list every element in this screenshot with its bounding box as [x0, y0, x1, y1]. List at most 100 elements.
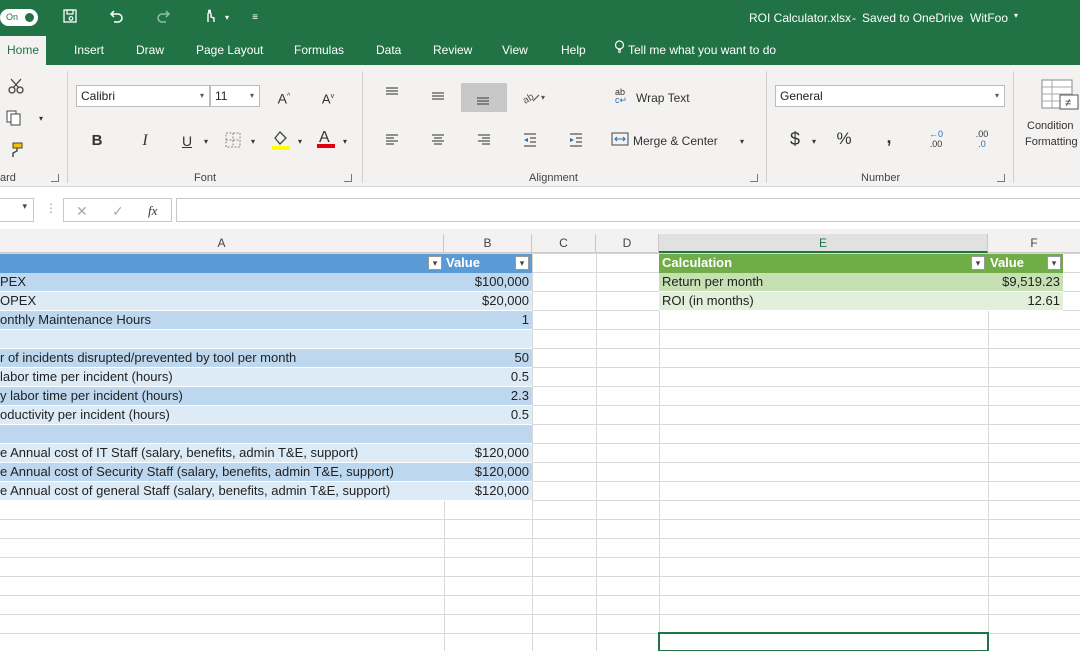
column-header-e[interactable]: E — [659, 234, 988, 253]
format-painter-icon[interactable] — [6, 141, 26, 164]
fill-color-icon[interactable] — [268, 129, 292, 156]
filter-dropdown-icon[interactable]: ▾ — [515, 256, 529, 270]
wrap-text-icon[interactable]: ab c↵ — [612, 86, 634, 109]
table1-value-cell[interactable]: $120,000 — [444, 463, 532, 482]
column-header-c[interactable]: C — [532, 234, 596, 253]
table1-label-cell[interactable]: e Annual cost of Security Staff (salary,… — [0, 463, 442, 482]
touch-mode-icon[interactable] — [200, 8, 220, 28]
chevron-down-icon[interactable]: ▾ — [294, 132, 306, 152]
font-name-combo[interactable]: Calibri ▾ — [76, 85, 210, 107]
align-bottom-button[interactable] — [461, 83, 507, 112]
tab-view[interactable]: View — [502, 36, 528, 65]
cut-icon[interactable] — [6, 77, 26, 100]
merge-center-button[interactable]: Merge & Center — [633, 131, 718, 151]
undo-icon[interactable] — [106, 8, 126, 28]
align-center-icon[interactable] — [427, 131, 449, 154]
save-icon[interactable] — [60, 8, 80, 28]
table1-value-cell[interactable]: 50 — [444, 349, 532, 368]
name-box[interactable]: ▾ — [0, 198, 34, 222]
tab-home[interactable]: Home — [0, 36, 47, 65]
filter-dropdown-icon[interactable]: ▾ — [1047, 256, 1061, 270]
chevron-down-icon[interactable]: ▾ — [36, 109, 46, 129]
table2-calculation-cell[interactable]: Return per month — [662, 273, 982, 292]
table1-label-cell[interactable]: oductivity per incident (hours) — [0, 406, 442, 425]
table1-value-cell[interactable] — [444, 425, 532, 444]
table1-label-cell[interactable]: labor time per incident (hours) — [0, 368, 442, 387]
comma-style-button[interactable]: , — [879, 127, 899, 147]
table1-value-cell[interactable]: $20,000 — [444, 292, 532, 311]
align-middle-icon[interactable] — [427, 87, 449, 110]
tell-me-box[interactable]: Tell me what you want to do — [614, 36, 776, 65]
enter-icon[interactable]: ✓ — [112, 203, 124, 220]
table1-value-cell[interactable]: 0.5 — [444, 406, 532, 425]
filter-dropdown-icon[interactable]: ▾ — [971, 256, 985, 270]
column-header-b[interactable]: B — [444, 234, 532, 253]
tab-formulas[interactable]: Formulas — [294, 36, 344, 65]
decrease-decimal-button[interactable]: .00.0 — [970, 129, 994, 149]
orientation-icon[interactable]: ab ▾ — [519, 87, 549, 110]
tab-help[interactable]: Help — [561, 36, 586, 65]
borders-icon[interactable] — [222, 131, 244, 154]
table2-calculation-cell[interactable]: ROI (in months) — [662, 292, 982, 311]
table1-label-cell[interactable]: r of incidents disrupted/prevented by to… — [0, 349, 442, 368]
column-header-f[interactable]: F — [988, 234, 1080, 253]
tab-page-layout[interactable]: Page Layout — [196, 36, 263, 65]
cancel-icon[interactable]: ✕ — [76, 203, 88, 220]
font-size-combo[interactable]: 11 ▾ — [210, 85, 260, 107]
currency-button[interactable]: $ — [785, 129, 805, 149]
redo-icon[interactable] — [154, 8, 174, 28]
chevron-down-icon[interactable]: ▾ — [222, 8, 232, 28]
align-left-icon[interactable] — [381, 131, 403, 154]
table1-value-cell[interactable]: 1 — [444, 311, 532, 330]
table1-value-cell[interactable]: $100,000 — [444, 273, 532, 292]
table2-value-cell[interactable]: $9,519.23 — [988, 273, 1063, 292]
column-header-d[interactable]: D — [596, 234, 659, 253]
selected-cell[interactable] — [658, 632, 989, 651]
chevron-down-icon[interactable]: ▾ — [200, 132, 212, 152]
filter-dropdown-icon[interactable]: ▾ — [428, 256, 442, 270]
table1-value-cell[interactable]: $120,000 — [444, 482, 532, 501]
table1-label-cell[interactable]: e Annual cost of general Staff (salary, … — [0, 482, 442, 501]
tab-insert[interactable]: Insert — [74, 36, 104, 65]
chevron-down-icon[interactable]: ▾ — [247, 132, 259, 152]
italic-button[interactable]: I — [135, 131, 155, 151]
tab-draw[interactable]: Draw — [136, 36, 164, 65]
chevron-down-icon[interactable]: ▾ — [808, 132, 820, 152]
table1-value-cell[interactable]: 2.3 — [444, 387, 532, 406]
align-right-icon[interactable] — [473, 131, 495, 154]
increase-font-size-icon[interactable]: A^ — [274, 87, 294, 109]
chevron-down-icon[interactable]: ▾ — [1014, 11, 1018, 20]
decrease-indent-icon[interactable] — [519, 131, 541, 154]
chevron-down-icon[interactable]: ▾ — [736, 132, 748, 152]
table1-label-cell[interactable] — [0, 330, 442, 349]
align-top-icon[interactable] — [381, 85, 403, 108]
increase-decimal-button[interactable]: ←0.00 — [924, 129, 948, 149]
tab-data[interactable]: Data — [376, 36, 401, 65]
table2-value-cell[interactable]: 12.61 — [988, 292, 1063, 311]
percent-button[interactable]: % — [833, 129, 855, 149]
table1-label-cell[interactable]: y labor time per incident (hours) — [0, 387, 442, 406]
column-header-a[interactable]: A — [0, 234, 444, 253]
copy-icon[interactable] — [4, 109, 24, 132]
merge-center-icon[interactable] — [609, 130, 631, 153]
bold-button[interactable]: B — [87, 131, 107, 151]
wrap-text-button[interactable]: Wrap Text — [636, 88, 690, 108]
table1-value-cell[interactable]: 0.5 — [444, 368, 532, 387]
table1-label-cell[interactable]: OPEX — [0, 292, 442, 311]
customize-toolbar-icon[interactable]: ≡ — [249, 8, 261, 28]
underline-button[interactable]: U — [177, 131, 197, 151]
formula-input[interactable] — [176, 198, 1080, 222]
conditional-formatting-icon[interactable]: ≠ — [1040, 77, 1080, 113]
chevron-down-icon[interactable]: ▾ — [339, 132, 351, 152]
table1-label-cell[interactable] — [0, 425, 442, 444]
table1-label-cell[interactable]: e Annual cost of IT Staff (salary, benef… — [0, 444, 442, 463]
table1-value-cell[interactable]: $120,000 — [444, 444, 532, 463]
autosave-toggle[interactable]: On — [0, 9, 38, 26]
alignment-launcher-icon[interactable] — [750, 174, 758, 182]
number-launcher-icon[interactable] — [997, 174, 1005, 182]
table1-value-cell[interactable] — [444, 330, 532, 349]
insert-function-icon[interactable]: fx — [148, 203, 157, 219]
font-color-icon[interactable]: A — [313, 127, 337, 154]
tab-review[interactable]: Review — [433, 36, 472, 65]
number-format-combo[interactable]: General ▾ — [775, 85, 1005, 107]
